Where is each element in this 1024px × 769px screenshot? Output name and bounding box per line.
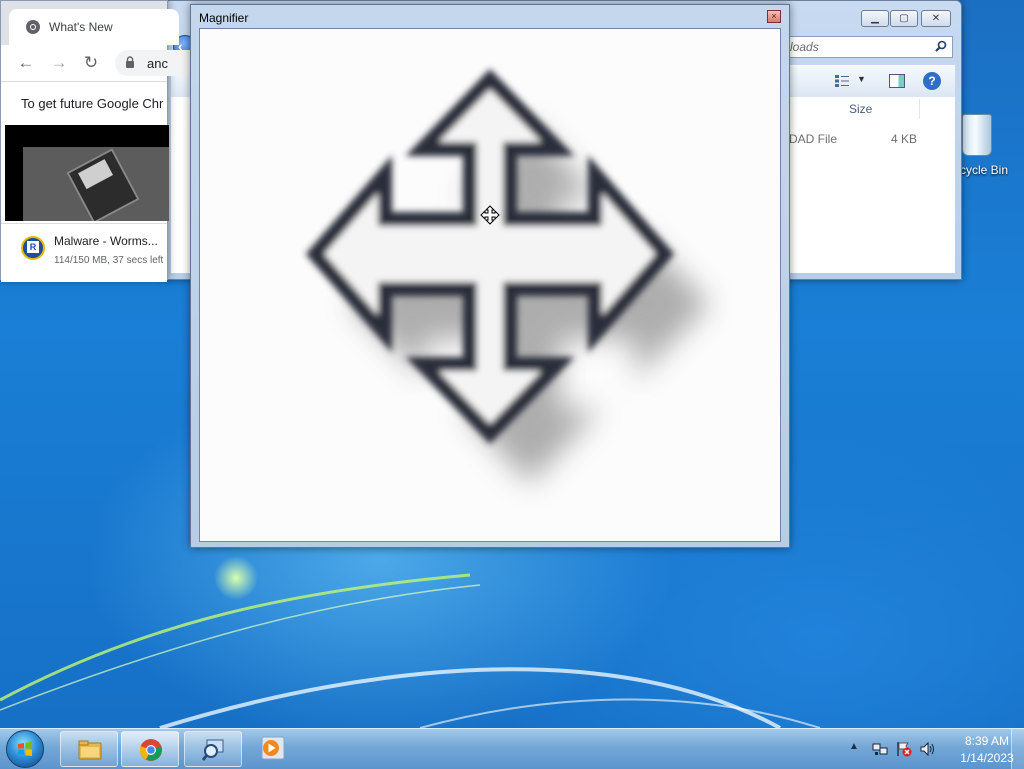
views-icon[interactable] xyxy=(835,75,849,87)
download-file-name[interactable]: Malware - Worms... xyxy=(54,234,158,248)
taskbar-media-player-button[interactable] xyxy=(252,733,292,765)
network-icon[interactable] xyxy=(872,741,888,757)
address-url: anc xyxy=(147,56,168,71)
taskbar-magnifier-button[interactable] xyxy=(184,731,242,767)
search-icon xyxy=(935,40,947,52)
file-size-cell[interactable]: 4 KB xyxy=(891,132,917,146)
explorer-search-box[interactable]: loads xyxy=(783,36,953,58)
preview-pane-icon[interactable] xyxy=(889,74,905,88)
magnifier-view xyxy=(199,28,781,542)
forward-button[interactable]: → xyxy=(48,52,70,74)
magnifier-close-button[interactable]: × xyxy=(767,10,781,23)
magnifier-window[interactable]: Magnifier × xyxy=(190,4,790,548)
close-button[interactable]: ✕ xyxy=(921,10,951,27)
explorer-caption-buttons: ▁ ▢ ✕ xyxy=(851,10,951,28)
start-button[interactable] xyxy=(6,730,44,768)
recycle-bin-label: cycle Bin xyxy=(960,163,1009,177)
volume-icon[interactable] xyxy=(920,741,936,757)
folder-icon xyxy=(78,740,102,760)
windows-flag-icon xyxy=(18,742,32,756)
recycle-bin[interactable]: cycle Bin xyxy=(956,110,1024,182)
system-tray: ▲ 8:39 AM 1/14/2023 xyxy=(834,729,1024,769)
chrome-toolbar: ← → ↻ anc xyxy=(1,45,235,82)
chrome-icon xyxy=(26,20,40,34)
help-icon[interactable]: ? xyxy=(923,72,941,90)
file-type-cell[interactable]: DAD File xyxy=(789,132,837,146)
taskbar-explorer-button[interactable] xyxy=(60,731,118,767)
back-button[interactable]: ← xyxy=(15,52,37,74)
chrome-window[interactable]: What's New ← → ↻ anc To get future Googl… xyxy=(0,0,235,282)
move-cursor-icon xyxy=(305,68,710,484)
magnifier-icon xyxy=(202,739,224,761)
column-header-size[interactable]: Size xyxy=(849,102,872,116)
action-center-icon[interactable] xyxy=(896,741,912,757)
reload-button[interactable]: ↻ xyxy=(80,52,102,74)
search-placeholder: loads xyxy=(790,40,819,54)
chrome-icon xyxy=(139,739,162,761)
update-notice: To get future Google Chr xyxy=(21,96,164,111)
tab-whats-new[interactable]: What's New xyxy=(9,9,179,45)
maximize-button[interactable]: ▢ xyxy=(890,10,918,27)
magnifier-title: Magnifier xyxy=(199,11,249,25)
show-hidden-icons-button[interactable]: ▲ xyxy=(849,741,859,752)
chrome-tab-strip: What's New xyxy=(1,1,179,45)
download-status: 114/150 MB, 37 secs left xyxy=(54,255,164,266)
forward-arrow-icon: → xyxy=(50,53,68,72)
video-thumbnail[interactable] xyxy=(5,125,169,221)
column-separator xyxy=(919,99,920,119)
reload-icon: ↻ xyxy=(83,53,99,72)
taskbar: ▲ 8:39 AM 1/14/2023 xyxy=(0,728,1024,769)
download-file-icon: R xyxy=(21,236,45,260)
back-arrow-icon: ← xyxy=(17,53,35,72)
lock-icon xyxy=(126,56,134,68)
media-player-icon xyxy=(261,736,285,760)
download-shelf: R Malware - Worms... 114/150 MB, 37 secs… xyxy=(1,223,167,282)
tab-title: What's New xyxy=(49,20,113,34)
taskbar-chrome-button[interactable] xyxy=(121,731,179,767)
views-dropdown-arrow-icon[interactable]: ▼ xyxy=(857,74,866,84)
minimize-button[interactable]: ▁ xyxy=(861,10,889,27)
recycle-bin-icon xyxy=(962,114,992,156)
show-desktop-button[interactable] xyxy=(1011,729,1024,769)
